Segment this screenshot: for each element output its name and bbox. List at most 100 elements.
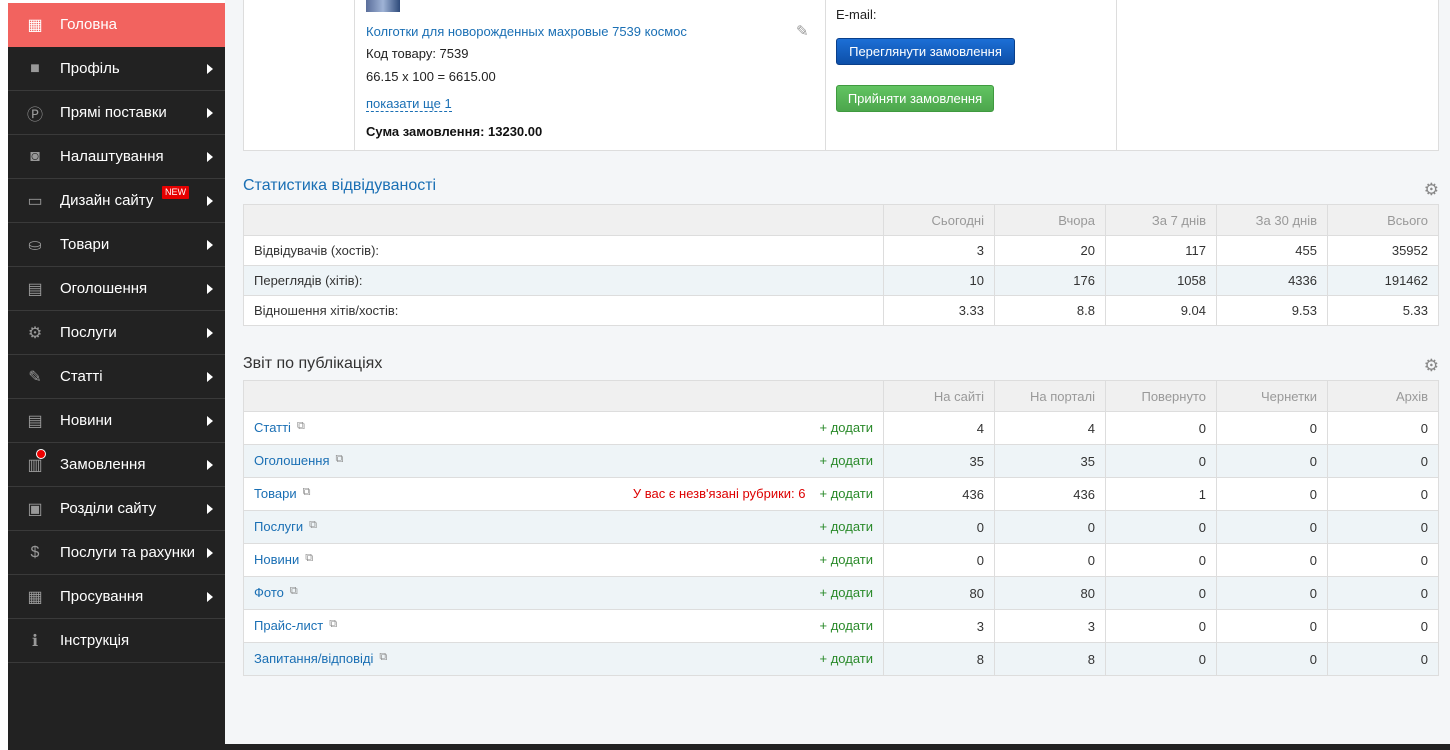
publication-link[interactable]: Новини: [254, 552, 299, 567]
product-code: Код товару: 7539: [366, 46, 469, 61]
sidebar-item[interactable]: ℹ Інструкція: [8, 619, 225, 663]
settings-icon: ◙: [30, 147, 40, 165]
table-row: Відношення хітів/хостів: 3.33 8.8 9.04 9.53 5…: [243, 295, 1439, 326]
external-link-icon[interactable]: ⧉: [329, 618, 337, 631]
sidebar-item[interactable]: ■ Профіль: [8, 47, 225, 91]
cell-value: 4: [883, 411, 995, 445]
sidebar-item-label: Просування: [60, 588, 144, 605]
sidebar-item[interactable]: ◙ Налаштування: [8, 135, 225, 179]
external-link-icon[interactable]: ⧉: [309, 519, 317, 532]
sidebar-item[interactable]: Ⓟ Прямі поставки: [8, 91, 225, 135]
column-header: [243, 204, 884, 236]
sidebar-item[interactable]: ▭ Дизайн сайту NEW: [8, 179, 225, 223]
sidebar-item-label: Розділи сайту: [60, 500, 157, 517]
external-link-icon[interactable]: ⧉: [290, 585, 298, 598]
add-link[interactable]: + додати: [820, 519, 873, 534]
chevron-right-icon: [207, 371, 213, 382]
external-link-icon[interactable]: ⧉: [336, 453, 344, 466]
add-link[interactable]: + додати: [820, 651, 873, 666]
cell-value: 0: [1105, 510, 1217, 544]
publications-header-row: На сайті На порталі Повернуто Чернетки Архів: [243, 380, 1439, 412]
clipboard-icon: ▤: [27, 280, 43, 298]
sidebar-item[interactable]: ▦ Головна: [8, 3, 225, 47]
sidebar-item[interactable]: ⚙ Послуги: [8, 311, 225, 355]
cell-value: 35952: [1327, 235, 1439, 266]
cell-value: 3.33: [883, 295, 995, 326]
add-link[interactable]: + додати: [820, 486, 873, 501]
chevron-right-icon: [207, 283, 213, 294]
column-header: Сьогодні: [883, 204, 995, 236]
info-icon: ℹ: [31, 632, 39, 650]
briefcase-icon: ■: [30, 59, 40, 77]
cell-value: 0: [1327, 411, 1439, 445]
cell-value: 0: [1216, 576, 1328, 610]
pencil-icon[interactable]: ✎: [796, 22, 809, 40]
visits-body: Відвідувачів (хостів): 3 20 117 455 35952 Пере…: [243, 235, 1439, 326]
sidebar-item-label: Профіль: [60, 60, 120, 77]
publication-cell: + додати Прайс-лист ⧉: [243, 609, 884, 643]
column-header: На порталі: [994, 380, 1106, 412]
receipt-icon: ▥: [22, 448, 48, 475]
cell-value: 0: [1327, 510, 1439, 544]
publication-link[interactable]: Товари: [254, 486, 297, 501]
cell-value: 0: [1105, 543, 1217, 577]
row-label: Відвідувачів (хостів):: [243, 235, 884, 266]
publication-link[interactable]: Статті: [254, 420, 291, 435]
sidebar-item[interactable]: ✎ Статті: [8, 355, 225, 399]
external-link-icon[interactable]: ⧉: [297, 420, 305, 433]
direct-supply-icon: Ⓟ: [26, 106, 43, 124]
external-link-icon[interactable]: ⧉: [305, 552, 313, 565]
add-link[interactable]: + додати: [820, 453, 873, 468]
cell-value: 0: [1216, 477, 1328, 511]
cell-value: 0: [1216, 411, 1328, 445]
table-row: + додати У вас є незв'язані рубрики: 6 Тов…: [243, 477, 1439, 511]
cell-value: 35: [883, 444, 995, 478]
cell-value: 0: [1327, 444, 1439, 478]
add-link[interactable]: + додати: [820, 585, 873, 600]
show-more-link[interactable]: показати ще 1: [366, 97, 452, 112]
sidebar-item[interactable]: ⛀ Товари: [8, 223, 225, 267]
warning-text[interactable]: У вас є незв'язані рубрики: 6: [633, 486, 806, 501]
cell-value: 0: [1327, 543, 1439, 577]
publication-link[interactable]: Оголошення: [254, 453, 330, 468]
window-icon: ▭: [27, 192, 43, 210]
cell-value: 0: [1105, 444, 1217, 478]
publication-cell: + додати Послуги ⧉: [243, 510, 884, 544]
chevron-right-icon: [207, 415, 213, 426]
add-link[interactable]: + додати: [820, 420, 873, 435]
sidebar-item[interactable]: ▤ Оголошення: [8, 267, 225, 311]
sidebar-item[interactable]: ▦ Просування: [8, 575, 225, 619]
gear-icon[interactable]: ⚙: [1424, 356, 1439, 376]
view-order-button[interactable]: Переглянути замовлення: [836, 38, 1015, 65]
add-link[interactable]: + додати: [820, 618, 873, 633]
add-link[interactable]: + додати: [820, 552, 873, 567]
product-link[interactable]: Колготки для новорожденных махровые 7539…: [366, 24, 687, 39]
publication-link[interactable]: Запитання/відповіді: [254, 651, 373, 666]
external-link-icon[interactable]: ⧉: [303, 486, 311, 499]
cell-value: 8: [883, 642, 995, 676]
cell-value: 80: [883, 576, 995, 610]
chevron-right-icon: [207, 107, 213, 118]
visits-title[interactable]: Статистика відвідуваності: [243, 177, 436, 195]
publication-link[interactable]: Послуги: [254, 519, 303, 534]
cell-value: 0: [1216, 609, 1328, 643]
sidebar-item[interactable]: ▤ Новини: [8, 399, 225, 443]
product-thumbnail[interactable]: [366, 0, 400, 12]
accept-order-button[interactable]: Прийняти замовлення: [836, 85, 994, 112]
cell-value: 4336: [1216, 265, 1328, 296]
file-plus-icon: ▣: [27, 500, 43, 518]
cell-value: 0: [1105, 411, 1217, 445]
cell-value: 0: [1216, 444, 1328, 478]
column-header: Архів: [1327, 380, 1439, 412]
column-header: На сайті: [883, 380, 995, 412]
sidebar-item[interactable]: $ Послуги та рахунки: [8, 531, 225, 575]
publication-link[interactable]: Фото: [254, 585, 284, 600]
order-col-actions: [826, 0, 1117, 150]
external-link-icon[interactable]: ⧉: [379, 651, 387, 664]
sidebar-item-label: Товари: [60, 236, 110, 253]
sidebar-item[interactable]: ▥ Замовлення: [8, 443, 225, 487]
gear-icon[interactable]: ⚙: [1424, 180, 1439, 200]
publication-link[interactable]: Прайс-лист: [254, 618, 323, 633]
sidebar-item-label: Оголошення: [60, 280, 148, 297]
sidebar-item[interactable]: ▣ Розділи сайту: [8, 487, 225, 531]
